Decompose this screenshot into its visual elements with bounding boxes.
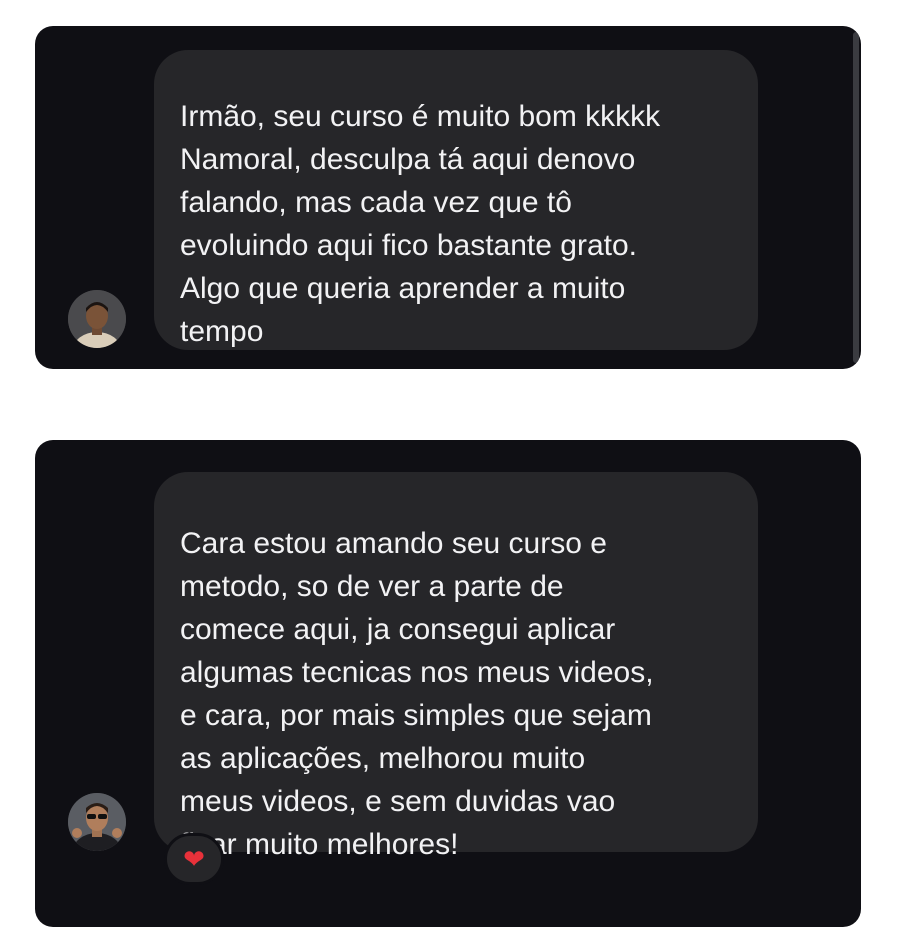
message-line: ficar muito melhores! xyxy=(180,828,459,861)
message-line: e cara, por mais simples que sejam xyxy=(180,699,652,732)
message-line: comece aqui, ja consegui aplicar xyxy=(180,613,616,646)
message-line: Algo que queria aprender a muito xyxy=(180,272,626,305)
message-line: metodo, so de ver a parte de xyxy=(180,570,564,603)
message-bubble[interactable]: Irmão, seu curso é muito bom kkkkk Namor… xyxy=(154,50,758,350)
message-line: as aplicações, melhorou muito xyxy=(180,742,586,775)
message-line: falando, mas cada vez que tô xyxy=(180,186,572,219)
message-card-1: Irmão, seu curso é muito bom kkkkk Namor… xyxy=(35,26,861,369)
heart-icon: ❤ xyxy=(183,843,205,874)
sender-avatar-icon[interactable] xyxy=(68,793,126,851)
message-line: Namoral, desculpa tá aqui denovo xyxy=(180,143,636,176)
message-line: meus videos, e sem duvidas vao xyxy=(180,785,616,818)
message-card-2: Cara estou amando seu curso e metodo, so… xyxy=(35,440,861,927)
message-line: tempo xyxy=(180,315,264,348)
message-line: Irmão, seu curso é muito bom kkkkk xyxy=(180,100,661,133)
message-bubble[interactable]: Cara estou amando seu curso e metodo, so… xyxy=(154,472,758,861)
message-line: algumas tecnicas nos meus videos, xyxy=(180,656,654,689)
message-line: evoluindo aqui fico bastante grato. xyxy=(180,229,637,262)
sender-avatar-icon[interactable] xyxy=(68,290,126,348)
scrollbar[interactable] xyxy=(853,32,859,363)
heart-reaction-icon[interactable]: ❤ xyxy=(164,833,224,885)
message-line: Cara estou amando seu curso e xyxy=(180,527,607,560)
